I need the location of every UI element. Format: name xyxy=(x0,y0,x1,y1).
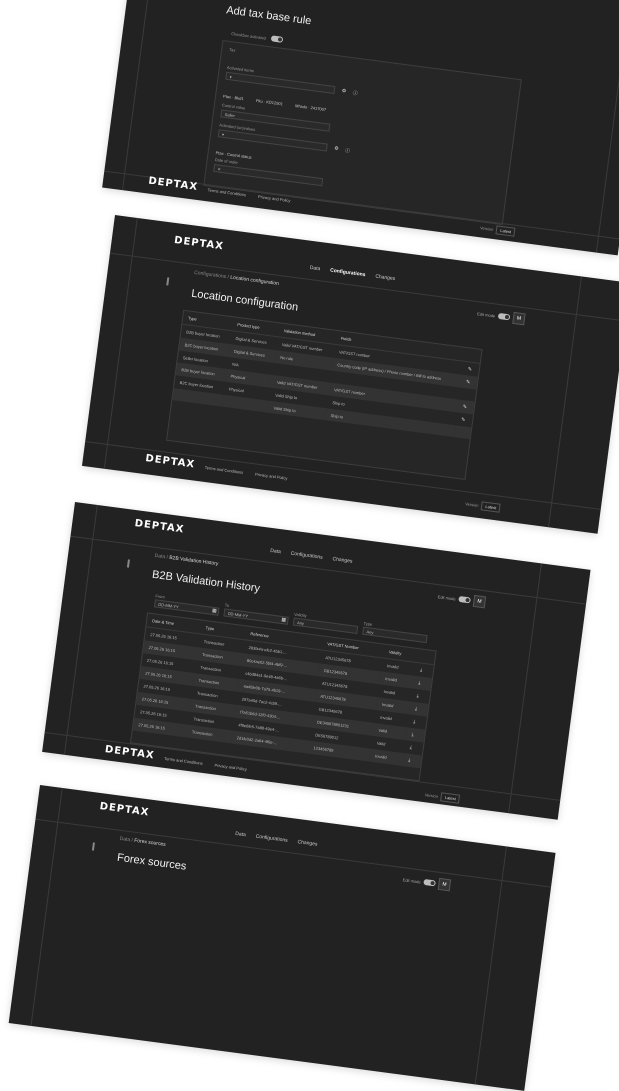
from-date-input[interactable]: DD-MM-YY xyxy=(153,599,220,616)
version-select[interactable]: Latest xyxy=(440,792,461,804)
page-title: Location configuration xyxy=(190,287,299,314)
checkbox-toggle[interactable] xyxy=(270,35,284,43)
edit-mode-label: Edit mode xyxy=(437,593,457,601)
version-label: Version xyxy=(479,225,494,232)
nav-data[interactable]: Data xyxy=(270,548,281,555)
divider xyxy=(30,787,63,1026)
divider xyxy=(63,504,98,755)
nav-data[interactable]: Data xyxy=(235,831,246,838)
version-selector: Version Latest xyxy=(424,790,461,804)
location-config-screen: DEPTAX Data Configurations Changes Confi… xyxy=(81,215,619,534)
nav-configurations[interactable]: Configurations xyxy=(330,268,366,279)
page-title: Add tax base rule xyxy=(225,4,313,28)
edit-mode: Edit mode M xyxy=(437,590,487,609)
download-icon[interactable]: ⤓ xyxy=(402,753,422,769)
nav-changes[interactable]: Changes xyxy=(332,556,353,565)
calendar-icon[interactable]: ▦ xyxy=(281,617,286,624)
tax-label: Tax xyxy=(228,46,236,53)
nav-changes[interactable]: Changes xyxy=(375,274,396,283)
b2b-history-screen: DEPTAX Data Configurations Changes Data … xyxy=(42,502,591,820)
avatar[interactable]: M xyxy=(437,877,452,892)
page-title: Forex sources xyxy=(116,851,188,873)
info-icon[interactable]: ⓘ xyxy=(352,89,358,97)
deptax-logo: DEPTAX xyxy=(98,801,150,819)
terms-link[interactable]: Terms and Conditions xyxy=(204,465,243,475)
page-title: B2B Validation History xyxy=(151,568,261,595)
version-label: Version xyxy=(424,792,439,799)
nav-data[interactable]: Data xyxy=(309,265,320,272)
to-label: To xyxy=(224,602,230,608)
version-selector: Version Latest xyxy=(465,499,501,513)
avatar[interactable]: M xyxy=(512,311,526,326)
top-nav: Data Configurations Changes xyxy=(270,548,353,565)
privacy-link[interactable]: Privacy and Policy xyxy=(214,762,247,771)
nav-changes[interactable]: Changes xyxy=(297,839,318,848)
top-nav: Data Configurations Changes xyxy=(309,265,395,282)
top-nav: Data Configurations Changes xyxy=(235,831,318,848)
location-table: Type Product type Validation method Fiel… xyxy=(172,310,482,440)
to-date-input[interactable]: DD-MM-YY xyxy=(223,608,289,625)
version-selector: Version Latest xyxy=(480,223,516,237)
edit-mode: Edit mode M xyxy=(402,873,452,892)
gear-icon[interactable]: ⚙ xyxy=(341,88,346,95)
edit-mode-toggle[interactable] xyxy=(458,595,471,604)
breadcrumb-current: Location configuration xyxy=(229,274,280,287)
validity-select[interactable]: Any xyxy=(292,617,359,634)
footer-links: Terms and Conditions Privacy and Policy xyxy=(204,465,287,481)
avatar[interactable]: M xyxy=(472,594,487,609)
privacy-link[interactable]: Privacy and Policy xyxy=(255,472,288,481)
version-select[interactable]: Latest xyxy=(495,225,516,237)
breadcrumb-root[interactable]: Data xyxy=(154,553,165,560)
checkbox-label: Checkbox activated xyxy=(231,31,267,41)
location-table-panel: Type Product type Validation method Fiel… xyxy=(165,309,483,481)
terms-link[interactable]: Terms and Conditions xyxy=(164,756,203,766)
sidebar-marker xyxy=(91,842,95,851)
breadcrumb: Data / Forex sources xyxy=(119,835,167,848)
nav-configurations[interactable]: Configurations xyxy=(255,834,288,844)
version-select[interactable]: Latest xyxy=(480,501,501,513)
deptax-logo: DEPTAX xyxy=(147,175,199,193)
deptax-logo: DEPTAX xyxy=(173,234,225,253)
breadcrumb-root[interactable]: Configurations xyxy=(194,270,227,280)
edit-mode-toggle[interactable] xyxy=(497,312,511,321)
breadcrumb-current: B2B Validation History xyxy=(168,554,219,568)
sidebar-marker xyxy=(126,559,130,568)
deptax-logo: DEPTAX xyxy=(133,518,185,536)
breadcrumb-current: Forex sources xyxy=(133,837,167,848)
divider xyxy=(121,0,161,191)
tax-rule-screen: Add tax base rule Checkbox activated Tax… xyxy=(102,0,619,256)
version-label: Version xyxy=(464,501,479,508)
sidebar-marker xyxy=(166,277,170,286)
gear-icon[interactable]: ⚙ xyxy=(334,146,339,153)
header-divider xyxy=(35,818,552,888)
forex-sources-screen: DEPTAX Data Configurations Changes Data … xyxy=(8,785,556,1091)
chip[interactable]: Ptax · Bkd1 xyxy=(223,94,244,102)
info-icon[interactable]: ⓘ xyxy=(345,147,351,155)
edit-mode-label: Edit mode xyxy=(476,310,496,318)
nav-configurations[interactable]: Configurations xyxy=(290,551,323,561)
chip[interactable]: Pku · KD12501 xyxy=(256,98,284,106)
footer-links: Terms and Conditions Privacy and Policy xyxy=(164,756,247,772)
divider xyxy=(474,846,507,1085)
divider xyxy=(595,0,619,253)
header-divider xyxy=(70,535,587,605)
breadcrumb-root[interactable]: Data xyxy=(119,836,130,843)
chip[interactable]: Mhsdo · 2417007 xyxy=(295,103,327,112)
edit-mode: Edit mode M xyxy=(476,307,526,326)
type-select[interactable]: Any xyxy=(362,626,428,644)
divider xyxy=(508,563,542,814)
calendar-icon[interactable]: ▦ xyxy=(212,608,217,615)
